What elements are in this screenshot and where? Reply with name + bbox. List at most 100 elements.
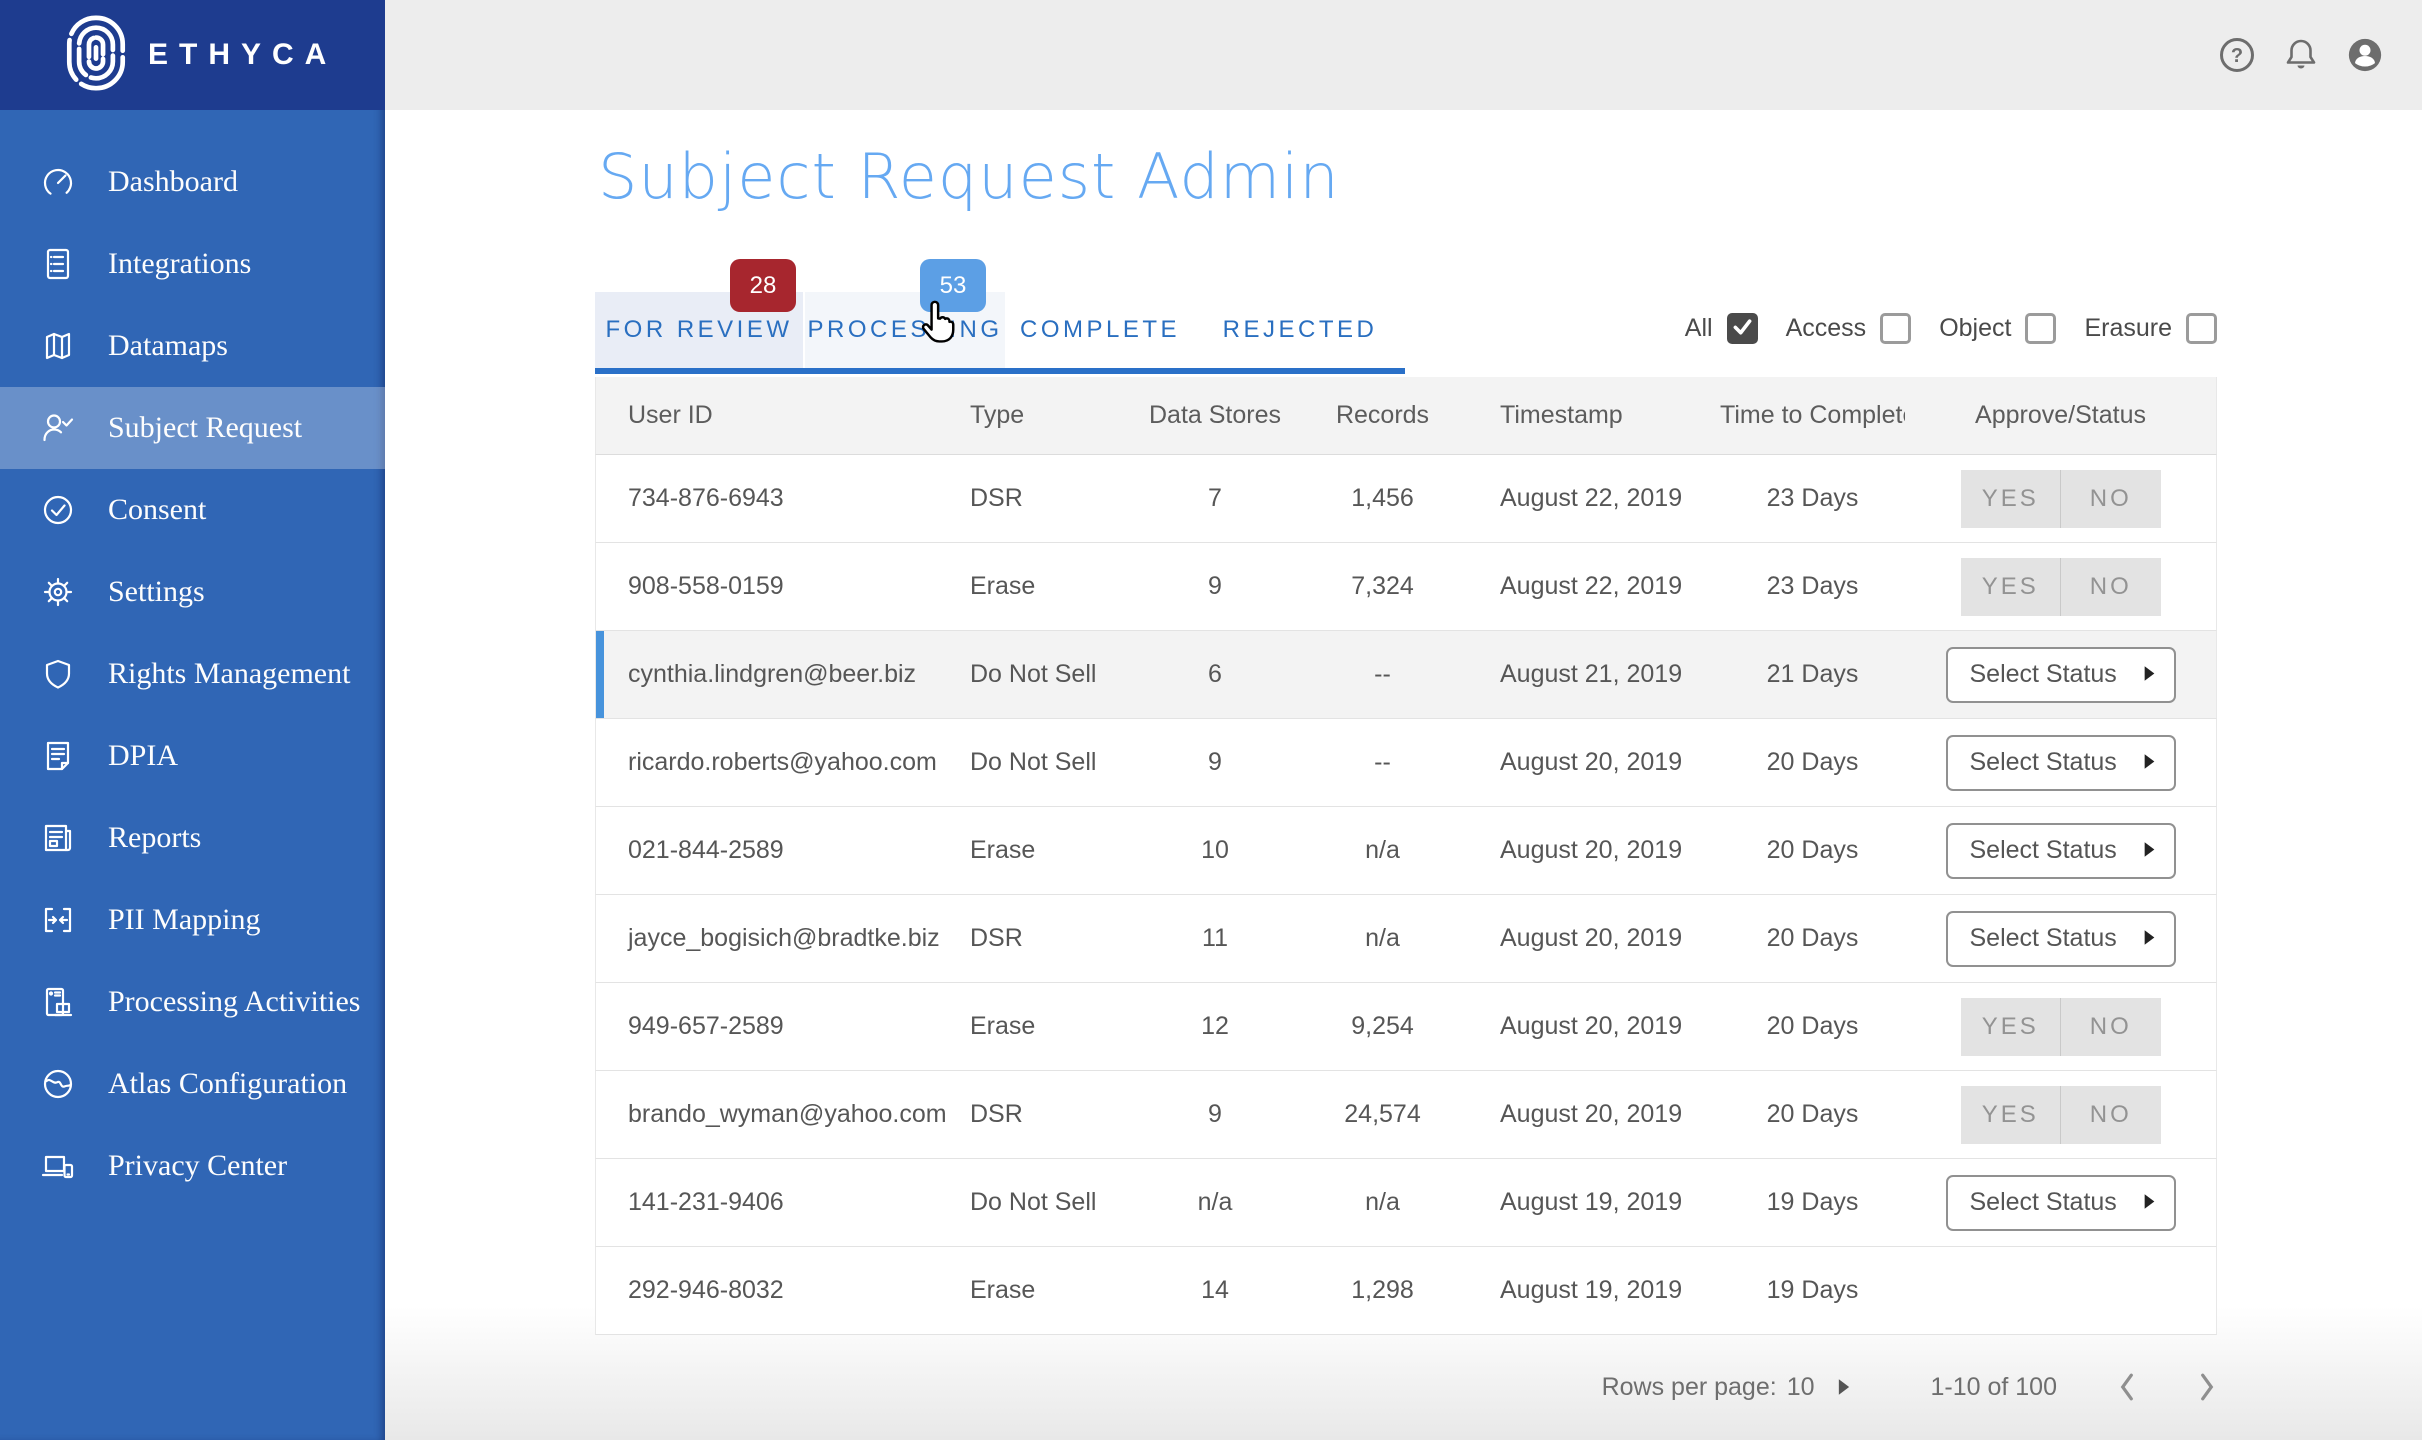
select-status-button[interactable]: Select Status xyxy=(1946,823,2176,879)
filter-access: Access xyxy=(1786,313,1912,344)
filter-all-checkbox[interactable] xyxy=(1727,313,1758,344)
sidebar-item-label: Subject Request xyxy=(108,411,302,445)
tab-label: REJECTED xyxy=(1223,316,1378,344)
cell-type: DSR xyxy=(970,924,1145,953)
cell-status: Select StatusProcessingRejected xyxy=(1905,1175,2216,1231)
rows-per-page-expander-icon[interactable] xyxy=(1837,1378,1851,1396)
tab-complete[interactable]: COMPLETE xyxy=(1005,292,1195,368)
brand-logo: ETHYCA xyxy=(0,0,385,110)
no-button[interactable]: NO xyxy=(2060,998,2161,1056)
column-header: User ID xyxy=(596,401,970,430)
sidebar-item-label: Privacy Center xyxy=(108,1149,287,1183)
filter-label: Erasure xyxy=(2084,314,2172,343)
cell-records: -- xyxy=(1285,660,1480,689)
brand-name: ETHYCA xyxy=(148,38,337,72)
sidebar-item-reports[interactable]: Reports xyxy=(0,797,385,879)
next-page-button[interactable] xyxy=(2197,1372,2217,1402)
cell-time-to-complete: 23 Days xyxy=(1720,572,1905,601)
privacy-center-icon xyxy=(36,1146,80,1186)
help-icon[interactable]: ? xyxy=(2218,36,2256,74)
cell-type: DSR xyxy=(970,1100,1145,1129)
table-row: 021-844-2589Erase10n/aAugust 20, 201920 … xyxy=(595,807,2217,895)
yes-button[interactable]: YES xyxy=(1961,998,2061,1056)
sidebar-item-atlas-configuration[interactable]: Atlas Configuration xyxy=(0,1043,385,1125)
cell-data-stores: 9 xyxy=(1145,572,1285,601)
cell-time-to-complete: 19 Days xyxy=(1720,1276,1905,1305)
fingerprint-logo-icon xyxy=(66,14,126,97)
yes-button[interactable]: YES xyxy=(1961,558,2061,616)
table-row: brando_wyman@yahoo.comDSR924,574August 2… xyxy=(595,1071,2217,1159)
cell-status: YESNO xyxy=(1905,1086,2216,1144)
select-status-button[interactable]: Select Status xyxy=(1946,911,2176,967)
cell-records: n/a xyxy=(1285,836,1480,865)
pii-mapping-icon xyxy=(36,900,80,940)
sidebar-item-pii-mapping[interactable]: PII Mapping xyxy=(0,879,385,961)
cell-user-id: 949-657-2589 xyxy=(596,1012,970,1041)
table-row: 141-231-9406Do Not Selln/an/aAugust 19, … xyxy=(595,1159,2217,1247)
no-button[interactable]: NO xyxy=(2060,558,2161,616)
checkmark-icon xyxy=(1730,314,1755,344)
sidebar-item-integrations[interactable]: Integrations xyxy=(0,223,385,305)
cell-status: YESNO xyxy=(1905,470,2216,528)
main-content: Subject Request Admin FOR REVIEW28PROCES… xyxy=(385,110,2422,1440)
table-row: jayce_bogisich@bradtke.bizDSR11n/aAugust… xyxy=(595,895,2217,983)
cell-records: 24,574 xyxy=(1285,1100,1480,1129)
atlas-configuration-icon xyxy=(36,1064,80,1104)
table-header-row: User IDTypeData StoresRecordsTimestampTi… xyxy=(595,377,2217,455)
sidebar-item-dashboard[interactable]: Dashboard xyxy=(0,141,385,223)
select-status-label: Select Status xyxy=(1970,748,2117,777)
cell-status: Select Status xyxy=(1905,735,2216,791)
filter-erasure-checkbox[interactable] xyxy=(2186,313,2217,344)
filter-label: Object xyxy=(1939,314,2011,343)
cell-records: 1,456 xyxy=(1285,484,1480,513)
page-title: Subject Request Admin xyxy=(598,140,1340,213)
yes-button[interactable]: YES xyxy=(1961,1086,2061,1144)
column-header: Records xyxy=(1285,401,1480,430)
sidebar-item-label: Processing Activities xyxy=(108,985,360,1019)
prev-page-button[interactable] xyxy=(2117,1372,2137,1402)
account-icon[interactable] xyxy=(2346,36,2384,74)
cell-type: Erase xyxy=(970,572,1145,601)
select-status-button[interactable]: Select Status xyxy=(1946,735,2176,791)
notifications-icon[interactable] xyxy=(2282,36,2320,74)
rows-per-page-value[interactable]: 10 xyxy=(1787,1373,1815,1402)
cell-user-id: ricardo.roberts@yahoo.com xyxy=(596,748,970,777)
cell-timestamp: August 21, 2019 xyxy=(1480,660,1720,689)
no-button[interactable]: NO xyxy=(2060,1086,2161,1144)
yes-button[interactable]: YES xyxy=(1961,470,2061,528)
cell-time-to-complete: 20 Days xyxy=(1720,1100,1905,1129)
expand-arrow-icon xyxy=(2143,748,2156,777)
sidebar-item-privacy-center[interactable]: Privacy Center xyxy=(0,1125,385,1207)
tab-rejected[interactable]: REJECTED xyxy=(1195,292,1405,368)
select-status-label: Select Status xyxy=(1970,836,2117,865)
cell-user-id: cynthia.lindgren@beer.biz xyxy=(596,660,970,689)
cell-user-id: 021-844-2589 xyxy=(596,836,970,865)
sidebar-item-label: Consent xyxy=(108,493,206,527)
cell-data-stores: 6 xyxy=(1145,660,1285,689)
filter-access-checkbox[interactable] xyxy=(1880,313,1911,344)
tab-label: PROCESSING xyxy=(807,316,1002,344)
cell-type: DSR xyxy=(970,484,1145,513)
cell-status: Select Status xyxy=(1905,911,2216,967)
filter-object-checkbox[interactable] xyxy=(2025,313,2056,344)
sidebar-item-processing-activities[interactable]: Processing Activities xyxy=(0,961,385,1043)
table-row: 292-946-8032Erase141,298August 19, 20191… xyxy=(595,1247,2217,1335)
sidebar-item-datamaps[interactable]: Datamaps xyxy=(0,305,385,387)
cell-data-stores: 10 xyxy=(1145,836,1285,865)
select-status-button[interactable]: Select Status xyxy=(1946,1175,2176,1231)
sidebar-item-subject-request[interactable]: Subject Request xyxy=(0,387,385,469)
cell-timestamp: August 20, 2019 xyxy=(1480,748,1720,777)
filter-label: Access xyxy=(1786,314,1867,343)
approve-toggle: YESNO xyxy=(1961,1086,2161,1144)
table-row: cynthia.lindgren@beer.bizDo Not Sell6--A… xyxy=(595,631,2217,719)
select-status-button[interactable]: Select Status xyxy=(1946,647,2176,703)
processing-activities-icon xyxy=(36,982,80,1022)
cell-type: Erase xyxy=(970,1012,1145,1041)
no-button[interactable]: NO xyxy=(2060,470,2161,528)
tab-badge: 53 xyxy=(920,259,986,312)
sidebar-item-dpia[interactable]: DPIA xyxy=(0,715,385,797)
cell-data-stores: 9 xyxy=(1145,1100,1285,1129)
sidebar-item-consent[interactable]: Consent xyxy=(0,469,385,551)
sidebar-item-settings[interactable]: Settings xyxy=(0,551,385,633)
sidebar-item-rights-management[interactable]: Rights Management xyxy=(0,633,385,715)
